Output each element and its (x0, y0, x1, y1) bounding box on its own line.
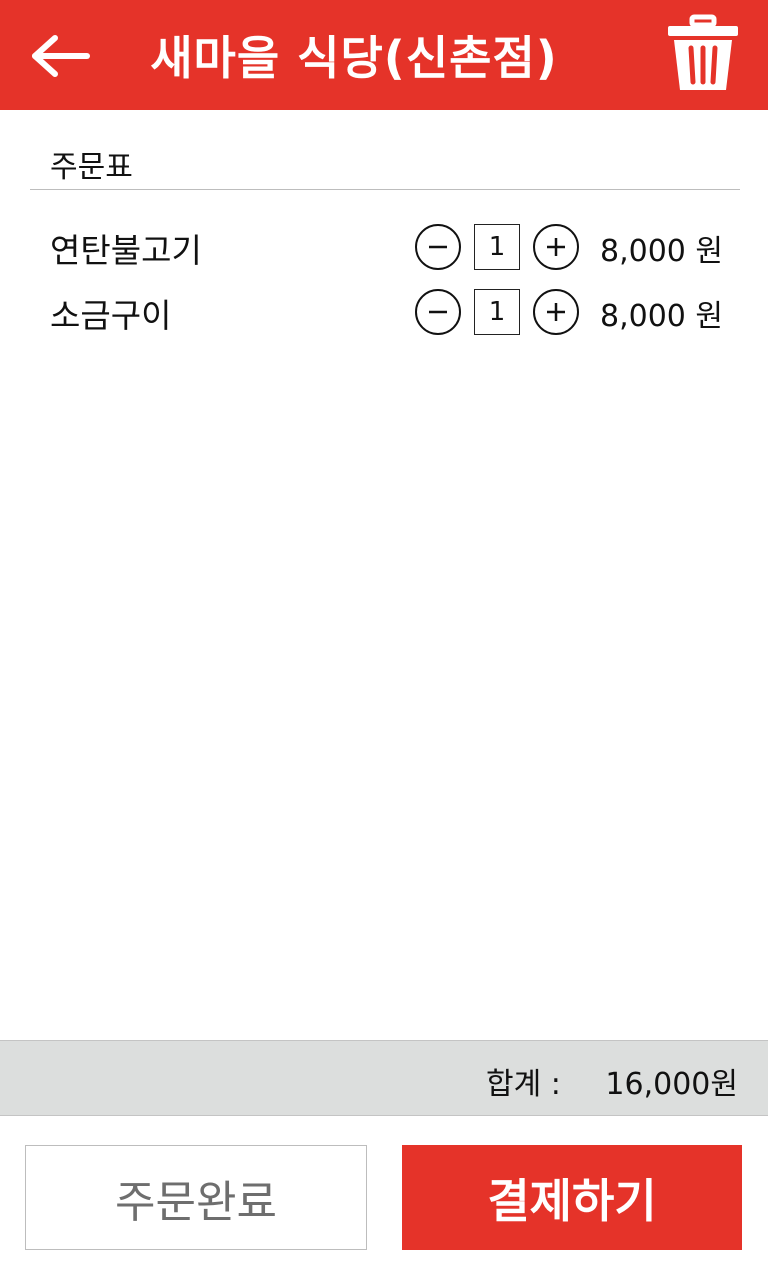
item-name: 연탄불고기 (50, 231, 202, 270)
plus-circle-icon (547, 303, 565, 321)
app-header: 새마을 식당(신촌점) (0, 0, 768, 110)
quantity-value[interactable]: 1 (474, 224, 520, 270)
pay-button[interactable]: 결제하기 (402, 1145, 742, 1250)
increase-button[interactable] (533, 289, 579, 335)
increase-button[interactable] (533, 224, 579, 270)
trash-icon (668, 14, 738, 90)
arrow-left-icon (32, 35, 90, 77)
order-item: 소금구이 1 8,000 원 (0, 283, 768, 348)
order-list: 연탄불고기 1 8,000 원 소금구이 1 8,000 원 (0, 218, 768, 348)
order-section-title: 주문표 (50, 150, 133, 185)
total-label: 합계 : (486, 1067, 561, 1102)
plus-circle-icon (547, 238, 565, 256)
back-button[interactable] (28, 28, 94, 84)
item-price: 8,000 원 (600, 299, 724, 334)
quantity-value[interactable]: 1 (474, 289, 520, 335)
minus-circle-icon (429, 310, 447, 314)
item-price: 8,000 원 (600, 234, 724, 269)
order-complete-button[interactable]: 주문완료 (25, 1145, 367, 1250)
total-bar: 합계 : 16,000원 (0, 1040, 768, 1116)
total-value: 16,000원 (605, 1067, 738, 1102)
clear-cart-button[interactable] (660, 10, 746, 98)
decrease-button[interactable] (415, 224, 461, 270)
item-name: 소금구이 (50, 296, 172, 335)
quantity-stepper: 1 (415, 289, 579, 335)
decrease-button[interactable] (415, 289, 461, 335)
quantity-stepper: 1 (415, 224, 579, 270)
divider (30, 189, 740, 190)
page-title: 새마을 식당(신촌점) (150, 31, 558, 85)
order-item: 연탄불고기 1 8,000 원 (0, 218, 768, 283)
minus-circle-icon (429, 245, 447, 249)
